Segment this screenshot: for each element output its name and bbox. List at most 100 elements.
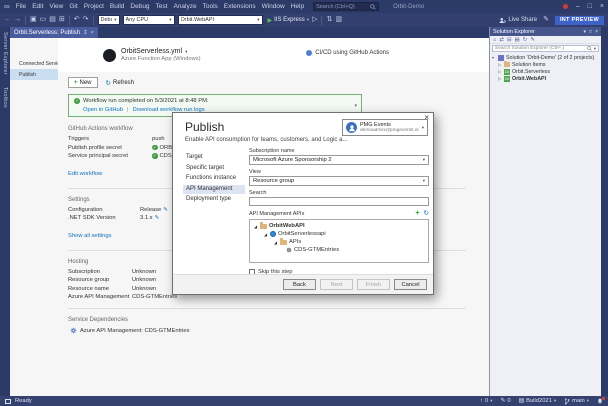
show-all-files-icon[interactable]: ▤	[515, 37, 520, 43]
repository-picker[interactable]: ▤ Build2021 ▾	[519, 398, 557, 404]
collapsed-arrow-icon[interactable]: ▷	[498, 69, 502, 74]
maximize-panel-icon[interactable]: □	[589, 29, 592, 35]
expanded-arrow-icon[interactable]: ◢	[274, 240, 278, 245]
feedback-icon[interactable]: ✎	[543, 13, 549, 27]
start-without-debugging-icon[interactable]: ▷	[312, 13, 317, 27]
properties-icon[interactable]: ✎	[530, 37, 535, 43]
find-in-files-icon[interactable]: ⇅	[326, 13, 332, 27]
chevron-down-icon[interactable]: ▾	[185, 49, 187, 55]
tree-node-resource-group[interactable]: ◢ OrbitWebAPI	[250, 222, 428, 230]
solution-platform-select[interactable]: Any CPU ▾	[122, 15, 175, 25]
menu-item-view[interactable]: View	[46, 3, 66, 10]
solution-explorer-header[interactable]: Solution Explorer ▾ □ ×	[490, 27, 601, 36]
close-tab-icon[interactable]: ×	[91, 30, 94, 36]
edit-workflow-link[interactable]: Edit workflow	[68, 171, 102, 177]
home-icon[interactable]: ⌂	[493, 37, 496, 43]
save-icon[interactable]: ▤	[49, 13, 56, 27]
cancel-button[interactable]: Cancel	[394, 279, 427, 290]
branch-picker[interactable]: main ▾	[564, 397, 589, 405]
expanded-arrow-icon[interactable]: ▾	[492, 55, 496, 60]
live-share-button[interactable]: Live Share	[499, 17, 537, 24]
account-picker[interactable]: PMG Events demoadmin@pmgevents.onmi... ▾	[342, 119, 428, 136]
menu-item-window[interactable]: Window	[259, 3, 288, 10]
menu-item-analyze[interactable]: Analyze	[170, 3, 199, 10]
menu-item-git[interactable]: Git	[66, 3, 80, 10]
refresh-button[interactable]: ↻ Refresh	[106, 79, 134, 87]
next-button[interactable]: Next	[320, 279, 353, 290]
switch-views-icon[interactable]: ⇄	[499, 37, 504, 43]
close-panel-icon[interactable]: ×	[595, 29, 598, 35]
open-in-github-link[interactable]: Open in GitHub	[83, 107, 123, 113]
undo-icon[interactable]: ↶	[74, 13, 80, 27]
menu-item-edit[interactable]: Edit	[29, 3, 46, 10]
finish-button[interactable]: Finish	[357, 279, 390, 290]
refresh-apis-icon[interactable]: ↻	[424, 210, 429, 217]
quick-search-input[interactable]: Search (Ctrl+Q)	[313, 2, 380, 11]
view-select[interactable]: Resource group ▾	[249, 176, 429, 186]
subscription-select[interactable]: Microsoft Azure Sponsorship 2 ▾	[249, 155, 429, 165]
show-all-settings-link[interactable]: Show all settings	[68, 233, 112, 239]
menu-item-extensions[interactable]: Extensions	[221, 3, 259, 10]
tree-node-solution-items[interactable]: ▷ Solution Items	[490, 61, 601, 68]
tree-node-solution[interactable]: ▾ Solution 'Orbit-Demo' (2 of 2 projects…	[490, 54, 601, 61]
open-file-icon[interactable]: ▭	[40, 13, 47, 27]
navigate-forward-icon[interactable]: →	[14, 13, 21, 27]
minimize-button[interactable]: –	[576, 0, 580, 13]
startup-project-select[interactable]: Orbit.WebAPI ▾	[177, 15, 263, 25]
tab-toolbox[interactable]: Toolbox	[2, 87, 8, 108]
expanded-arrow-icon[interactable]: ◢	[254, 224, 258, 229]
back-button[interactable]: Back	[283, 279, 316, 290]
menu-item-tools[interactable]: Tools	[200, 3, 221, 10]
pin-icon[interactable]: ▾	[584, 29, 587, 35]
step-specific-target[interactable]: Specific target	[183, 164, 245, 173]
menu-item-debug[interactable]: Debug	[127, 3, 152, 10]
nav-item-connected-services[interactable]: Connected Services	[10, 58, 58, 69]
preview-badge[interactable]: INT PREVIEW	[554, 15, 604, 25]
tree-node-api[interactable]: CDS-GTMEntries	[250, 246, 428, 254]
maximize-button[interactable]: □	[588, 0, 592, 13]
menu-item-help[interactable]: Help	[288, 3, 307, 10]
notifications-button[interactable]	[597, 397, 605, 404]
menu-item-build[interactable]: Build	[107, 3, 127, 10]
solution-configuration-select[interactable]: Debug▾	[97, 15, 120, 25]
collapsed-arrow-icon[interactable]: ▷	[498, 76, 502, 81]
solution-search-input[interactable]: Search Solution Explorer (Ctrl+;) ▾	[492, 45, 599, 52]
pin-icon[interactable]: ↧	[83, 30, 88, 36]
tab-orbit-serverless-publish[interactable]: Orbit.Serverless: Publish ↧ ×	[10, 27, 98, 38]
outgoing-commits-button[interactable]: ↑ 0 ▾	[480, 398, 492, 404]
collapse-notification-icon[interactable]: ▾	[354, 103, 357, 109]
tree-node-apim-instance[interactable]: ◢ OrbitServerlessapi	[250, 230, 428, 238]
toolbar-separator	[25, 15, 26, 25]
step-target[interactable]: Target	[183, 153, 245, 162]
tree-node-apis-folder[interactable]: ◢ APIs	[250, 238, 428, 246]
step-api-management[interactable]: API Management	[183, 184, 245, 194]
tree-node-orbit-serverless[interactable]: ▷ C# Orbit.Serverless	[490, 68, 601, 75]
new-project-icon[interactable]: ▣	[30, 13, 37, 27]
tab-server-explorer[interactable]: Server Explorer	[2, 32, 8, 75]
pending-changes-button[interactable]: ✎ 0	[501, 398, 511, 404]
menu-item-test[interactable]: Test	[153, 3, 171, 10]
edit-pencil-icon[interactable]: ✎	[155, 215, 160, 221]
solution-explorer-toolbar: ⌂ ⇄ ⊟ ▤ ↻ ✎	[490, 36, 601, 44]
collapse-all-icon[interactable]: ⊟	[507, 37, 512, 43]
menu-item-project[interactable]: Project	[81, 3, 107, 10]
nav-item-publish[interactable]: Publish	[10, 69, 58, 80]
collapsed-arrow-icon[interactable]: ▷	[498, 62, 502, 67]
menu-item-file[interactable]: File	[13, 3, 29, 10]
refresh-icon[interactable]: ↻	[523, 37, 528, 43]
start-debugging-button[interactable]: ▶ IIS Express ▾	[268, 17, 310, 24]
dependency-item[interactable]: Azure API Management: CDS-GTMEntries	[70, 327, 489, 334]
add-api-icon[interactable]: +	[415, 210, 419, 217]
step-functions-instance[interactable]: Functions instance	[183, 174, 245, 183]
save-all-icon[interactable]: ⊞	[59, 13, 65, 27]
redo-icon[interactable]: ↷	[83, 13, 89, 27]
close-window-button[interactable]: ×	[600, 0, 604, 13]
apis-search-input[interactable]	[249, 197, 429, 206]
step-deployment-type[interactable]: Deployment type	[183, 195, 245, 204]
tree-node-orbit-webapi[interactable]: ▷ C# Orbit.WebAPI	[490, 75, 601, 82]
solution-explorer-icon[interactable]: ▥	[335, 13, 342, 27]
expanded-arrow-icon[interactable]: ◢	[264, 232, 268, 237]
edit-pencil-icon[interactable]: ✎	[163, 207, 168, 213]
navigate-back-icon[interactable]: ←	[4, 13, 11, 27]
new-profile-button[interactable]: + New	[68, 77, 98, 88]
